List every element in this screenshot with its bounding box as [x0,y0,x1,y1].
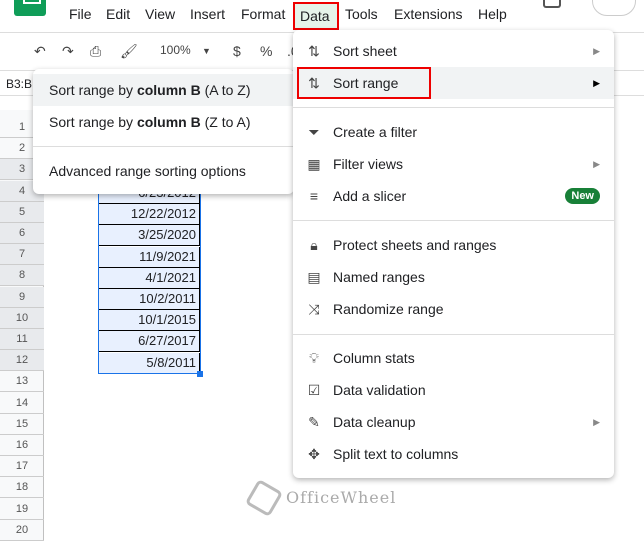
row-header[interactable]: 12 [0,350,44,372]
row-header[interactable]: 15 [0,414,44,435]
row-header[interactable]: 18 [0,477,44,499]
label: Sort range by [49,82,137,98]
share-button[interactable] [592,0,636,16]
label: (A to Z) [200,82,251,98]
chevron-right-icon: ▶ [593,417,600,427]
sort-a-to-z[interactable]: Sort range by column B (A to Z) [33,74,294,106]
chevron-down-icon[interactable]: ▼ [202,46,211,56]
menu-split-text[interactable]: ✥ Split text to columns [293,438,614,470]
lock-icon: 🔒︎ [310,237,318,253]
label-bold: column B [136,114,201,130]
fill-handle[interactable] [197,371,203,377]
row-header[interactable]: 11 [0,329,44,350]
label: Data cleanup [333,414,416,430]
label: Named ranges [333,269,425,285]
divider [293,334,614,335]
row-header[interactable]: 17 [0,456,44,478]
watermark: OfficeWheel [286,488,397,507]
row-header[interactable]: 6 [0,223,44,244]
sheets-logo[interactable] [14,0,46,16]
chevron-right-icon: ▶ [593,78,600,88]
watermark-logo-icon [244,478,284,518]
menu-column-stats[interactable]: 💡︎ Column stats [293,342,614,374]
label-bold: column B [136,82,201,98]
row-header[interactable]: 16 [0,435,44,456]
row-header[interactable]: 5 [0,201,44,223]
label: Column stats [333,350,415,366]
label: Sort sheet [333,43,397,59]
divider [33,146,294,147]
undo-icon[interactable]: ↶ [34,43,46,60]
label: (Z to A) [200,114,251,130]
comments-icon[interactable] [543,0,561,8]
sort-z-to-a[interactable]: Sort range by column B (Z to A) [33,106,294,138]
sort-icon: ⇅ [308,43,320,59]
menu-create-filter[interactable]: ⏷ Create a filter [293,116,614,148]
lightbulb-icon: 💡︎ [309,350,319,366]
row-header[interactable]: 14 [0,393,44,414]
menu-filter-views[interactable]: ▦ Filter views ▶ [293,148,614,180]
name-box[interactable]: B3:B [6,77,32,91]
row-header[interactable]: 10 [0,307,44,329]
label: Create a filter [333,124,418,140]
menu-insert[interactable]: Insert [190,6,225,22]
filter-views-icon: ▦ [307,156,321,172]
sort-icon: ⇅ [308,75,320,91]
label: Split text to columns [333,446,459,462]
label: Protect sheets and ranges [333,237,497,253]
chevron-right-icon: ▶ [593,46,600,56]
label: Advanced range sorting options [49,163,246,179]
currency-button[interactable]: $ [233,43,241,59]
chevron-right-icon: ▶ [593,159,600,169]
percent-button[interactable]: % [260,43,272,59]
label: Sort range [333,75,399,91]
menu-randomize[interactable]: ⤨ Randomize range [293,293,614,325]
menu-tools[interactable]: Tools [345,6,378,22]
sort-range-submenu: Sort range by column B (A to Z) Sort ran… [33,69,294,194]
row-header[interactable]: 7 [0,244,44,266]
redo-icon[interactable]: ↷ [62,43,74,60]
menu-data[interactable]: Data [293,2,339,30]
divider [293,107,614,108]
menu-sort-range[interactable]: ⇅ Sort range ▶ [293,67,614,99]
menu-sort-sheet[interactable]: ⇅ Sort sheet ▶ [293,35,614,67]
menu-extensions[interactable]: Extensions [394,6,462,22]
magic-wand-icon: ✎ [308,414,320,430]
row-header[interactable]: 8 [0,265,44,287]
menu-data-validation[interactable]: ☑ Data validation [293,374,614,406]
menu-file[interactable]: File [69,6,92,22]
paint-format-icon[interactable]: 🖌 [120,43,138,60]
split-icon: ✥ [308,446,320,462]
menu-view[interactable]: View [145,6,175,22]
zoom-select[interactable]: 100% [160,43,191,57]
named-ranges-icon: ▤ [307,269,321,285]
row-header[interactable]: 20 [0,520,44,541]
label: Data validation [333,382,426,398]
menu-help[interactable]: Help [478,6,507,22]
label: Add a slicer [333,188,407,204]
shuffle-icon: ⤨ [308,301,320,317]
advanced-sorting[interactable]: Advanced range sorting options [33,155,294,187]
row-header[interactable]: 9 [0,286,44,308]
menu-protect[interactable]: 🔒︎ Protect sheets and ranges [293,229,614,261]
print-icon[interactable]: ⎙ [90,43,101,60]
label: Filter views [333,156,404,172]
menu-named-ranges[interactable]: ▤ Named ranges [293,261,614,293]
row-header[interactable]: 19 [0,499,44,520]
slicer-icon: ≡ [309,188,319,204]
filter-icon: ⏷ [308,124,320,140]
label: Randomize range [333,301,444,317]
menu-data-cleanup[interactable]: ✎ Data cleanup ▶ [293,406,614,438]
selection-range [98,180,201,374]
validation-icon: ☑ [307,382,321,398]
menu-add-slicer[interactable]: ≡ Add a slicer New [293,180,614,212]
new-badge: New [565,188,600,204]
menu-format[interactable]: Format [241,6,285,22]
row-header[interactable]: 13 [0,371,44,393]
divider [293,220,614,221]
label: Sort range by [49,114,137,130]
data-menu: ⇅ Sort sheet ▶ ⇅ Sort range ▶ ⏷ Create a filt… [293,30,614,478]
menu-edit[interactable]: Edit [106,6,130,22]
